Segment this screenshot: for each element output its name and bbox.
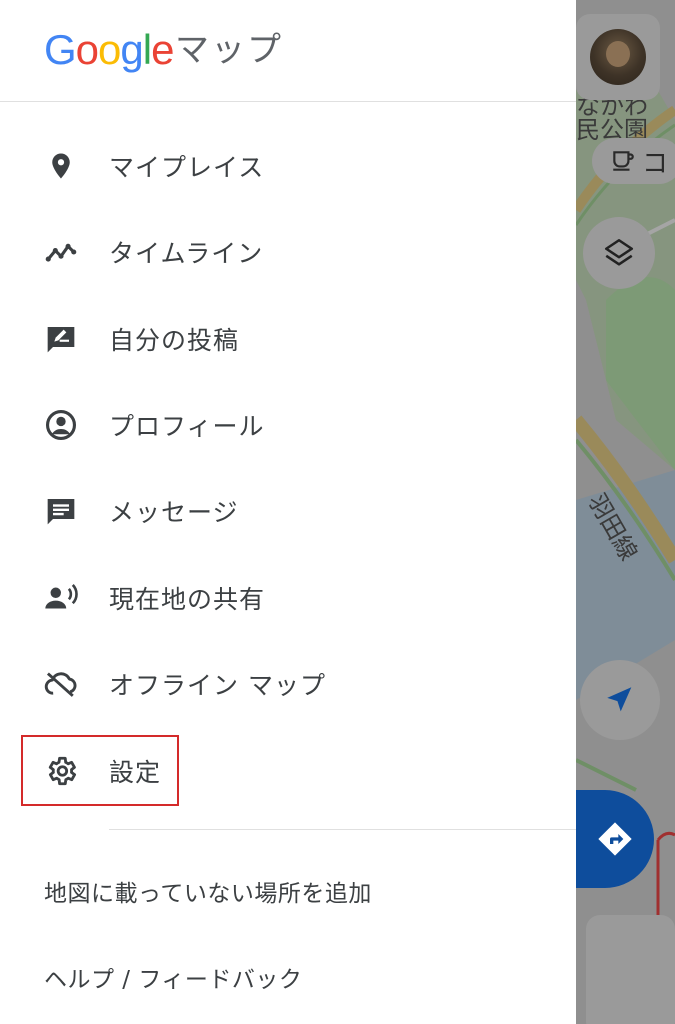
cafe-chip[interactable]: コ xyxy=(592,138,675,184)
account-avatar-button[interactable] xyxy=(576,14,660,100)
rate-review-icon xyxy=(44,322,78,356)
menu-item-my-contributions[interactable]: 自分の投稿 xyxy=(0,296,576,382)
drawer-header: Google マップ xyxy=(0,0,576,102)
cafe-chip-label: コ xyxy=(642,148,669,179)
google-logo: Google xyxy=(44,24,174,76)
logo-letter: l xyxy=(142,26,152,73)
menu-item-my-places[interactable]: マイプレイス xyxy=(0,123,576,209)
offline-cloud-icon xyxy=(44,667,78,701)
account-circle-icon xyxy=(44,408,78,442)
menu-item-label: メッセージ xyxy=(109,498,239,527)
menu-item-messages[interactable]: メッセージ xyxy=(0,468,576,554)
logo-letter: o xyxy=(98,26,121,73)
menu-item-label: タイムライン xyxy=(109,239,264,268)
coffee-icon xyxy=(613,151,634,171)
app-name: マップ xyxy=(175,30,283,70)
map-view[interactable]: なかわ 民公園 コ 羽田線 xyxy=(576,0,675,1024)
explore-sheet[interactable] xyxy=(586,915,675,1024)
avatar xyxy=(590,29,646,85)
logo-letter: g xyxy=(120,26,143,73)
menu-item-profile[interactable]: プロフィール xyxy=(0,382,576,468)
add-missing-place-link[interactable]: 地図に載っていない場所を追加 xyxy=(44,874,372,908)
menu-item-label: プロフィール xyxy=(109,412,265,441)
menu-item-label: オフライン マップ xyxy=(109,671,326,700)
timeline-icon xyxy=(44,235,78,269)
menu-item-timeline[interactable]: タイムライン xyxy=(0,209,576,295)
divider xyxy=(109,829,576,830)
navigation-arrow-icon xyxy=(607,687,632,712)
menu-item-label: 自分の投稿 xyxy=(109,326,240,355)
menu-item-label: マイプレイス xyxy=(109,153,265,182)
help-feedback-link[interactable]: ヘルプ / フィードバック xyxy=(44,960,302,994)
logo-letter: o xyxy=(75,26,99,73)
navigation-drawer: Google マップ マイプレイス タイムライン 自分の投稿 プロフィール メッ… xyxy=(0,0,576,1024)
menu-item-location-sharing[interactable]: 現在地の共有 xyxy=(0,555,576,641)
menu-item-label: 現在地の共有 xyxy=(109,585,266,614)
settings-highlight-box xyxy=(21,735,179,806)
layers-button[interactable] xyxy=(583,217,655,289)
message-icon xyxy=(44,494,78,528)
logo-letter: G xyxy=(44,26,77,73)
my-location-button[interactable] xyxy=(580,660,660,740)
directions-icon xyxy=(598,822,632,856)
menu-item-offline-maps[interactable]: オフライン マップ xyxy=(0,641,576,727)
layers-icon xyxy=(604,238,634,266)
location-sharing-icon xyxy=(44,581,78,615)
map-park-label: なかわ 民公園 xyxy=(576,92,648,144)
place-pin-icon xyxy=(44,149,78,183)
logo-letter: e xyxy=(151,26,174,73)
